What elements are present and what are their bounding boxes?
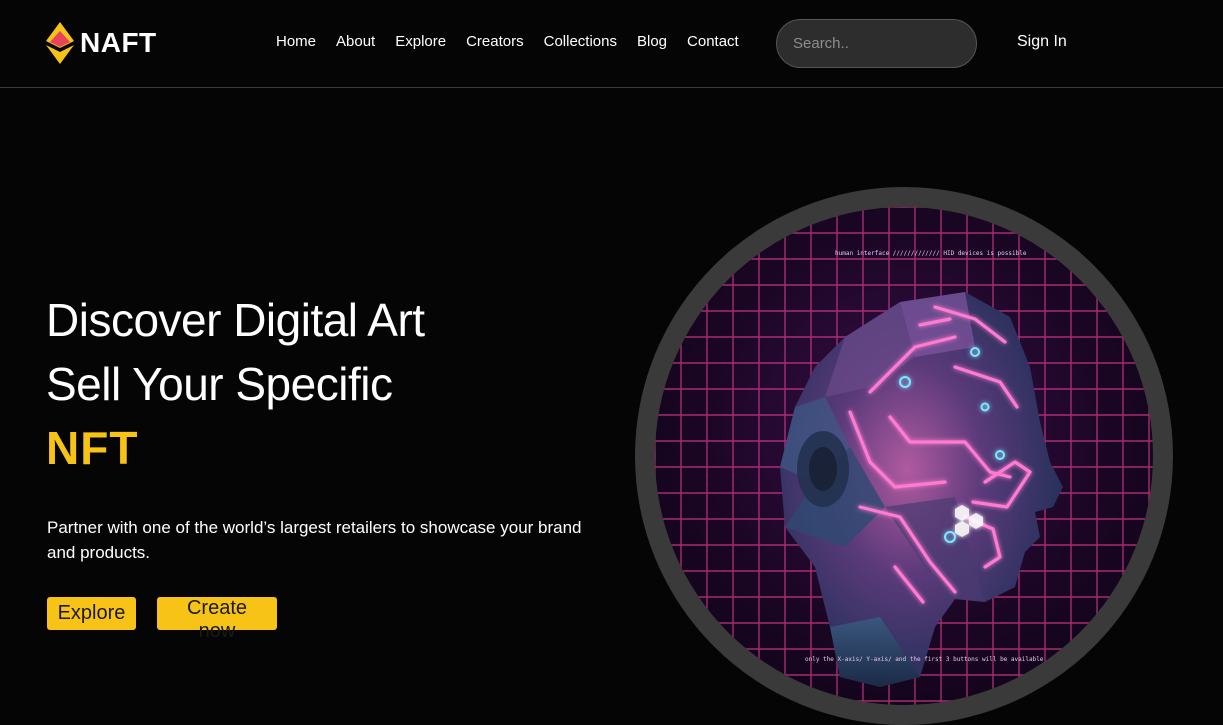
nav-link-about[interactable]: About <box>336 33 375 50</box>
head-shape <box>780 292 1063 687</box>
ethereum-diamond-icon <box>46 22 74 64</box>
hero-title-line-2: Sell Your Specific <box>46 358 393 410</box>
artwork-frame: human interface ///////////// HID device… <box>635 187 1173 725</box>
brand-name: NAFT <box>80 27 157 58</box>
artwork-caption-top: human interface ///////////// HID device… <box>835 250 1027 257</box>
main-nav: Home About Explore Creators Collections … <box>276 33 739 50</box>
nav-link-explore[interactable]: Explore <box>395 33 446 50</box>
artwork-image: human interface ///////////// HID device… <box>655 207 1153 705</box>
explore-button[interactable]: Explore <box>47 597 136 630</box>
nav-link-contact[interactable]: Contact <box>687 33 739 50</box>
nav-link-blog[interactable]: Blog <box>637 33 667 50</box>
hero-title: Discover Digital Art Sell Your Specific … <box>46 288 425 480</box>
top-navbar: NAFT Home About Explore Creators Collect… <box>0 0 1223 88</box>
search-box <box>776 19 977 68</box>
nav-link-home[interactable]: Home <box>276 33 316 50</box>
cyber-head-illustration: human interface ///////////// HID device… <box>655 207 1153 705</box>
artwork-caption-bottom: only the X-axis/ Y-axis/ and the first 3… <box>805 656 1044 663</box>
brand-logo[interactable]: NAFT <box>46 22 157 64</box>
hero-title-line-1: Discover Digital Art <box>46 294 425 346</box>
search-input[interactable] <box>777 20 976 67</box>
hero-description: Partner with one of the world’s largest … <box>47 518 582 562</box>
sign-in-link[interactable]: Sign In <box>1017 33 1067 51</box>
hero-title-accent: NFT <box>46 422 139 474</box>
create-now-button[interactable]: Create now <box>157 597 277 642</box>
nav-link-creators[interactable]: Creators <box>466 33 524 50</box>
nav-link-collections[interactable]: Collections <box>544 33 617 50</box>
